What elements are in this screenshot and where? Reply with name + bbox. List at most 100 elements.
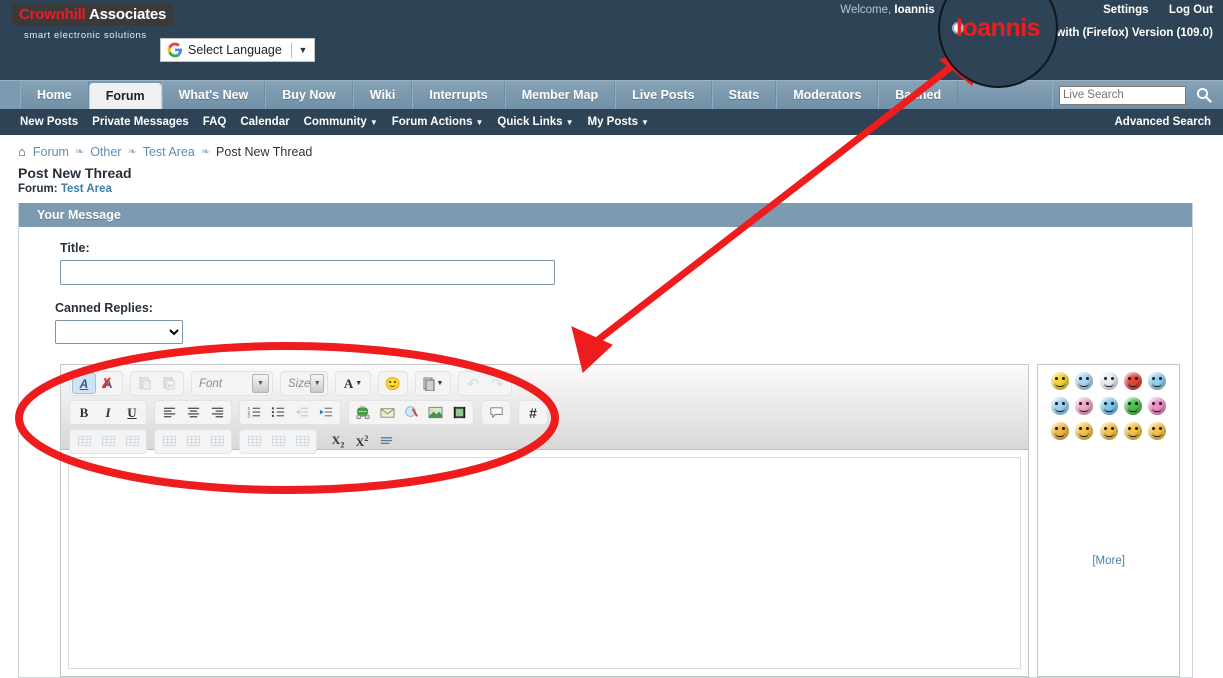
nav-item-home[interactable]: Home	[20, 81, 89, 109]
smiley-mouth	[1055, 383, 1066, 387]
smilies-icon[interactable]: 🙂	[381, 373, 405, 394]
font-size-dropdown[interactable]: Size ▼	[283, 373, 325, 394]
logo-tagline: smart electronic solutions	[24, 30, 147, 41]
indent-icon[interactable]	[314, 402, 338, 423]
smiley-confused-icon[interactable]	[1099, 422, 1118, 440]
smiley-teeth-icon[interactable]	[1051, 422, 1070, 440]
smiley-mouth	[1079, 433, 1090, 437]
bold-icon[interactable]: B	[72, 402, 96, 423]
smiley-happy-icon[interactable]	[1051, 372, 1070, 390]
insert-image-icon[interactable]	[423, 402, 447, 423]
subnav-item-calendar[interactable]: Calendar	[240, 116, 289, 128]
paste-from-word-icon: W	[157, 373, 181, 394]
redo-icon: ↷	[490, 375, 504, 393]
smiley-angry-icon[interactable]	[1123, 372, 1142, 390]
underline-icon[interactable]: U	[120, 402, 144, 423]
remove-text-formatting-icon[interactable]: A	[72, 373, 96, 394]
forum-prefix-label: Forum:	[18, 183, 58, 195]
site-logo[interactable]: Crownhill Associates smart electronic so…	[12, 4, 174, 41]
subscript-icon[interactable]: X2	[326, 431, 350, 452]
nav-item-forum[interactable]: Forum	[88, 83, 162, 109]
align-right-icon[interactable]	[205, 402, 229, 423]
remove-font-formatting-icon[interactable]: A ✗	[96, 373, 120, 394]
smiley-worried-icon[interactable]	[1075, 372, 1094, 390]
nav-item-wiki[interactable]: Wiki	[352, 81, 413, 109]
page-content: ⌂ Forum ❧ Other ❧ Test Area ❧ Post New Thread …	[0, 135, 1223, 678]
chevron-down-icon[interactable]: ▼	[252, 374, 269, 393]
nav-item-what-s-new[interactable]: What's New	[161, 81, 266, 109]
smiley-mouth	[1151, 383, 1162, 387]
insert-quote-icon[interactable]	[484, 402, 508, 423]
logout-link[interactable]: Log Out	[1169, 4, 1213, 16]
toolbar-group: BIU	[69, 400, 147, 425]
align-center-icon[interactable]	[181, 402, 205, 423]
breadcrumb-item-forum[interactable]: Forum	[33, 145, 69, 159]
breadcrumb-item-test-area[interactable]: Test Area	[143, 145, 195, 159]
paste-icon	[133, 373, 157, 394]
superscript-icon[interactable]: X2	[350, 431, 374, 452]
google-icon	[167, 42, 183, 58]
smiley-shocked-icon[interactable]	[1099, 372, 1118, 390]
nav-item-stats[interactable]: Stats	[711, 81, 777, 109]
unordered-list-icon[interactable]	[266, 402, 290, 423]
subnav-item-quick-links[interactable]: Quick Links ▼	[497, 116, 573, 128]
breadcrumb: ⌂ Forum ❧ Other ❧ Test Area ❧ Post New Thread	[0, 135, 1223, 165]
subnav-item-private-messages[interactable]: Private Messages	[92, 116, 189, 128]
nav-item-live-posts[interactable]: Live Posts	[615, 81, 712, 109]
italic-icon[interactable]: I	[96, 402, 120, 423]
align-left-icon[interactable]	[157, 402, 181, 423]
smiley-wink-blue-icon[interactable]	[1099, 397, 1118, 415]
chevron-down-icon[interactable]: ▼	[310, 374, 324, 393]
canned-replies-select[interactable]	[55, 320, 183, 344]
title-input[interactable]	[60, 260, 555, 285]
insert-row-below-icon	[266, 431, 290, 452]
horizontal-rule-icon[interactable]	[374, 431, 398, 452]
nav-item-member-map[interactable]: Member Map	[504, 81, 616, 109]
smiley-grin-green-icon[interactable]	[1123, 397, 1142, 415]
unlink-icon[interactable]	[399, 402, 423, 423]
smiley-laugh-icon[interactable]	[1075, 422, 1094, 440]
insert-email-icon[interactable]	[375, 402, 399, 423]
attachment-dropdown[interactable]: ▼	[418, 373, 448, 394]
forum-name-link[interactable]: Test Area	[61, 183, 112, 195]
nav-item-moderators[interactable]: Moderators	[776, 81, 879, 109]
home-icon[interactable]: ⌂	[18, 144, 26, 159]
breadcrumb-item-other[interactable]: Other	[90, 145, 121, 159]
insert-table-icon	[72, 431, 96, 452]
nav-item-buy-now[interactable]: Buy Now	[265, 81, 353, 109]
smiley-smile-icon[interactable]	[1147, 422, 1166, 440]
search-icon[interactable]	[1189, 85, 1219, 106]
smiley-blush-pink-icon[interactable]	[1147, 397, 1166, 415]
subnav-item-faq[interactable]: FAQ	[203, 116, 227, 128]
smilies-more-link[interactable]: [More]	[1038, 555, 1179, 567]
chevron-down-icon: ▼	[641, 118, 649, 127]
settings-link[interactable]: Settings	[1103, 4, 1148, 16]
insert-video-icon[interactable]	[447, 402, 471, 423]
subnav-item-new-posts[interactable]: New Posts	[20, 116, 78, 128]
toolbar-group	[69, 429, 147, 454]
smiley-tongue-pink-icon[interactable]	[1075, 397, 1094, 415]
chevron-down-icon: ▼	[369, 118, 378, 127]
search-input[interactable]	[1059, 85, 1186, 105]
subnav-item-community[interactable]: Community ▼	[304, 116, 378, 128]
smiley-tongue-out-icon[interactable]	[1123, 422, 1142, 440]
language-selector[interactable]: Select Language ▼	[160, 38, 315, 62]
nav-item-interrupts[interactable]: Interrupts	[412, 81, 505, 109]
message-textarea[interactable]	[68, 457, 1022, 669]
smiley-cool-blue-icon[interactable]	[1147, 372, 1166, 390]
chevron-down-icon[interactable]: ▼	[292, 45, 314, 55]
advanced-search-link[interactable]: Advanced Search	[1114, 116, 1211, 128]
insert-code-icon[interactable]: #	[521, 402, 545, 423]
font-family-dropdown[interactable]: Font ▼	[194, 373, 270, 394]
toolbar-group: Font ▼	[191, 371, 273, 396]
ordered-list-icon[interactable]: 123	[242, 402, 266, 423]
smiley-mouth	[1055, 408, 1066, 412]
subnav-item-my-posts[interactable]: My Posts ▼	[588, 116, 649, 128]
undo-icon: ↶	[466, 375, 480, 393]
font-color-dropdown[interactable]: A ▼	[338, 373, 368, 394]
smiley-sunglasses-icon[interactable]	[1051, 397, 1070, 415]
toolbar-row-paragraph: B I U 1 2 3 #	[69, 399, 1024, 426]
insert-link-icon[interactable]	[351, 402, 375, 423]
subnav-item-forum-actions[interactable]: Forum Actions ▼	[392, 116, 484, 128]
nav-item-banned[interactable]: Banned	[878, 81, 959, 109]
